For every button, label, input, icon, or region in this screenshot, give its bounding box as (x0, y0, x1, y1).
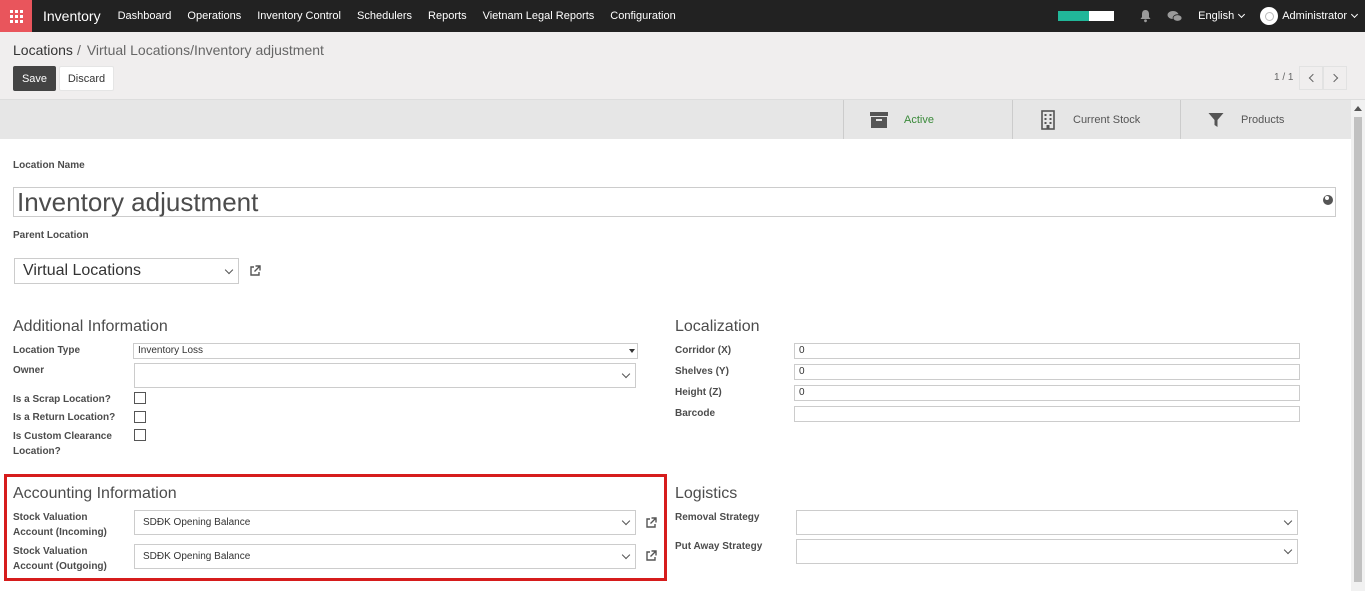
external-link-icon (646, 550, 657, 561)
location-name-input[interactable]: Inventory adjustment (13, 187, 1336, 217)
owner-select[interactable] (134, 363, 636, 388)
menu-schedulers[interactable]: Schedulers (349, 10, 420, 22)
parent-location-select[interactable]: Virtual Locations (14, 258, 239, 284)
chevron-down-icon (621, 516, 631, 526)
barcode-label: Barcode (675, 408, 716, 419)
onboarding-progress-bar[interactable] (1058, 11, 1115, 21)
return-location-checkbox[interactable] (134, 411, 146, 423)
breadcrumb: Locations / Virtual Locations/Inventory … (13, 42, 324, 58)
chevron-down-icon (621, 369, 631, 379)
discard-button[interactable]: Discard (59, 66, 114, 91)
products-label: Products (1241, 113, 1285, 126)
globe-translate-icon[interactable] (1323, 195, 1333, 205)
location-name-label: Location Name (13, 160, 85, 171)
chevron-down-icon (1350, 10, 1359, 19)
user-menu[interactable]: Administrator (1260, 7, 1359, 25)
top-navbar: Inventory Dashboard Operations Inventory… (0, 0, 1365, 32)
corridor-input[interactable]: 0 (794, 343, 1300, 359)
parent-location-value: Virtual Locations (23, 262, 141, 279)
chevron-down-icon (1283, 516, 1293, 526)
putaway-strategy-label: Put Away Strategy (675, 541, 763, 552)
location-type-value: Inventory Loss (138, 345, 204, 356)
filter-icon (1205, 112, 1227, 128)
menu-vietnam-legal-reports[interactable]: Vietnam Legal Reports (475, 10, 603, 22)
control-panel: Locations / Virtual Locations/Inventory … (0, 32, 1365, 100)
custom-clearance-checkbox[interactable] (134, 429, 146, 441)
shelves-input[interactable]: 0 (794, 364, 1300, 380)
chevron-down-icon (621, 550, 631, 560)
incoming-account-external-button[interactable] (636, 510, 666, 536)
smart-button-box: Active Current Stock Products (0, 100, 1351, 139)
removal-strategy-label: Removal Strategy (675, 512, 760, 523)
outgoing-account-external-button[interactable] (636, 543, 666, 569)
apps-menu-button[interactable] (0, 0, 32, 32)
user-name: Administrator (1282, 10, 1347, 22)
stock-valuation-incoming-value: SDĐK Opening Balance (143, 517, 251, 528)
parent-location-label: Parent Location (13, 230, 89, 241)
owner-label: Owner (13, 365, 45, 376)
return-location-label: Is a Return Location? (13, 412, 116, 423)
app-title[interactable]: Inventory (43, 8, 101, 24)
menu-configuration[interactable]: Configuration (602, 10, 683, 22)
scroll-up-arrow-icon[interactable] (1354, 106, 1362, 111)
progress-fill (1058, 11, 1089, 21)
custom-clearance-label: Is Custom Clearance Location? (13, 431, 112, 457)
logistics-title: Logistics (675, 485, 738, 502)
accounting-information-title: Accounting Information (13, 485, 177, 502)
parent-location-external-button[interactable] (240, 258, 270, 284)
breadcrumb-current: Virtual Locations/Inventory adjustment (86, 42, 324, 58)
breadcrumb-separator: / (76, 42, 81, 58)
stock-valuation-incoming-label: Stock Valuation Account (Incoming) (13, 512, 107, 538)
stock-valuation-outgoing-label: Stock Valuation Account (Outgoing) (13, 546, 107, 572)
language-label: English (1198, 10, 1235, 22)
breadcrumb-locations-link[interactable]: Locations (13, 42, 73, 58)
dropdown-arrow-icon (629, 349, 635, 353)
scrap-location-checkbox[interactable] (134, 392, 146, 404)
products-button[interactable]: Products (1180, 100, 1351, 139)
chevron-down-icon (1283, 545, 1293, 555)
building-icon (1037, 109, 1059, 130)
scrap-location-label: Is a Scrap Location? (13, 394, 111, 405)
current-stock-label: Current Stock (1073, 113, 1141, 126)
menu-reports[interactable]: Reports (420, 10, 475, 22)
chevron-down-icon (224, 265, 234, 275)
stock-valuation-outgoing-select[interactable]: SDĐK Opening Balance (134, 544, 636, 569)
barcode-input[interactable] (794, 406, 1300, 422)
active-toggle-button[interactable]: Active (843, 100, 1012, 139)
current-stock-button[interactable]: Current Stock (1012, 100, 1180, 139)
shelves-label: Shelves (Y) (675, 366, 729, 377)
localization-title: Localization (675, 318, 760, 335)
menu-dashboard[interactable]: Dashboard (110, 10, 180, 22)
height-label: Height (Z) (675, 387, 722, 398)
language-selector[interactable]: English (1198, 10, 1246, 22)
location-type-label: Location Type (13, 345, 81, 356)
chevron-right-icon (1329, 73, 1338, 83)
menu-operations[interactable]: Operations (179, 10, 249, 22)
save-button[interactable]: Save (13, 66, 56, 91)
external-link-icon (646, 517, 657, 528)
archive-icon (868, 111, 890, 129)
chevron-down-icon (1238, 10, 1246, 19)
notification-bell-icon[interactable] (1130, 0, 1160, 32)
stock-valuation-incoming-select[interactable]: SDĐK Opening Balance (134, 510, 636, 535)
chevron-left-icon (1308, 73, 1317, 83)
height-input[interactable]: 0 (794, 385, 1300, 401)
pager-previous-button[interactable] (1299, 66, 1323, 90)
external-link-icon (250, 265, 261, 276)
active-label: Active (904, 113, 934, 126)
apps-grid-icon (9, 9, 23, 23)
pager-value[interactable]: 1 / 1 (1274, 72, 1293, 83)
scrollbar-thumb[interactable] (1354, 117, 1362, 582)
pager-next-button[interactable] (1323, 66, 1347, 90)
putaway-strategy-select[interactable] (796, 539, 1298, 564)
corridor-label: Corridor (X) (675, 345, 732, 356)
additional-information-title: Additional Information (13, 318, 168, 335)
location-type-select[interactable]: Inventory Loss (133, 343, 638, 359)
removal-strategy-select[interactable] (796, 510, 1298, 535)
menu-inventory-control[interactable]: Inventory Control (249, 10, 349, 22)
avatar (1260, 7, 1279, 25)
chat-bubbles-icon[interactable] (1160, 0, 1190, 32)
stock-valuation-outgoing-value: SDĐK Opening Balance (143, 551, 251, 562)
